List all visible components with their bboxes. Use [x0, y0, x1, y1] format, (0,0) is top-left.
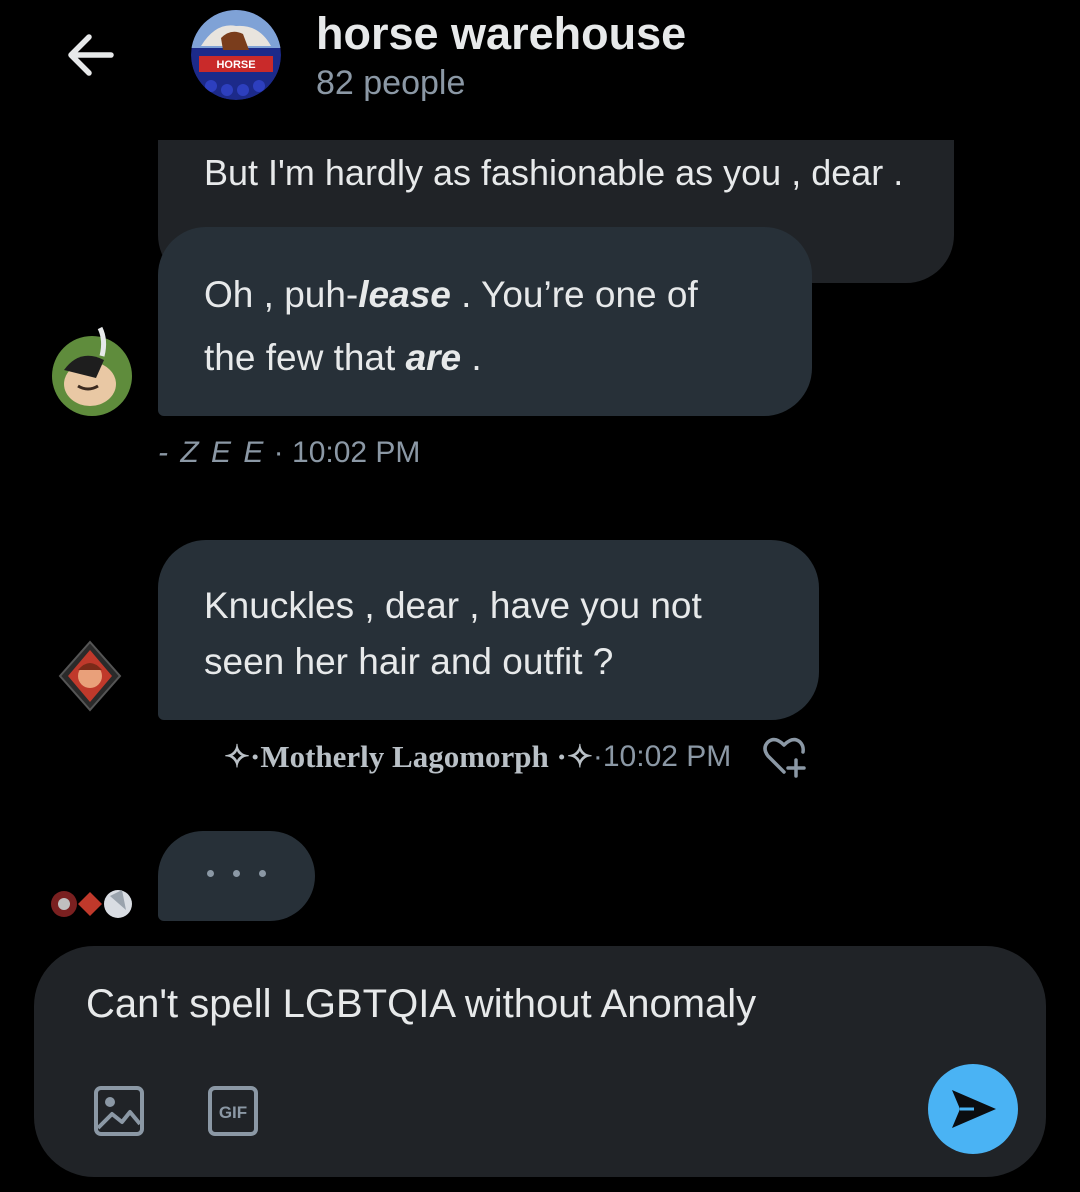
message-text: seen her hair and outfit ? — [204, 641, 614, 682]
message-bubble[interactable]: Oh , puh-lease . You’re one of the few t… — [158, 227, 812, 416]
back-arrow-icon — [68, 34, 114, 76]
conversation-title[interactable]: horse warehouse — [316, 8, 686, 60]
send-button[interactable] — [928, 1064, 1018, 1154]
message-emphasis: are — [405, 337, 462, 378]
message-text: But I'm hardly as fashionable as you , d… — [204, 152, 904, 193]
message-line: the few that are . — [204, 326, 812, 389]
timestamp: 10:02 PM — [292, 436, 421, 469]
meta-separator: · — [265, 436, 293, 469]
sender-name[interactable]: - Z E E — [158, 436, 265, 469]
message-input[interactable] — [86, 982, 966, 1027]
typing-dots — [207, 870, 266, 877]
message-meta: - Z E E · 10:02 PM — [158, 436, 420, 470]
gif-icon: GIF — [208, 1086, 258, 1136]
typing-avatars — [48, 882, 134, 922]
timestamp: 10:02 PM — [602, 740, 732, 773]
message-text: Oh , puh- — [204, 274, 359, 315]
group-avatar[interactable]: HORSE — [191, 10, 281, 100]
back-button[interactable] — [58, 22, 124, 88]
heart-plus-icon — [763, 737, 806, 778]
sender-avatar[interactable] — [58, 640, 122, 714]
message-text: . You’re one of — [450, 274, 698, 315]
name-decoration: ✧· — [224, 739, 261, 774]
message-text: Knuckles , dear , have you not — [204, 585, 702, 626]
add-gif-button[interactable]: GIF — [206, 1084, 260, 1138]
message-emphasis: lease — [358, 274, 451, 315]
sender-name[interactable]: ✧·Motherly Lagomorph ·✧ — [224, 739, 593, 775]
message-text: the few that — [204, 337, 406, 378]
name-decoration: ·✧ — [548, 739, 593, 774]
add-reaction-button[interactable] — [762, 734, 808, 778]
sender-name-text: Motherly Lagomorph — [260, 739, 549, 774]
message-bubble[interactable]: Knuckles , dear , have you not seen her … — [158, 540, 819, 720]
message-text: . — [461, 337, 482, 378]
conversation-header: HORSE horse warehouse 82 people — [0, 0, 1080, 130]
meta-separator: · — [592, 740, 603, 773]
image-icon — [94, 1086, 144, 1136]
add-media-button[interactable] — [92, 1084, 146, 1138]
group-avatar-label: HORSE — [216, 59, 255, 71]
message-line: Oh , puh-lease . You’re one of — [204, 263, 812, 326]
sender-avatar[interactable] — [50, 326, 134, 416]
send-icon — [952, 1090, 996, 1128]
gif-label: GIF — [219, 1103, 247, 1122]
message-composer: GIF — [34, 946, 1046, 1177]
member-count[interactable]: 82 people — [316, 64, 465, 103]
message-meta: ✧·Motherly Lagomorph ·✧ · 10:02 PM — [224, 739, 731, 775]
